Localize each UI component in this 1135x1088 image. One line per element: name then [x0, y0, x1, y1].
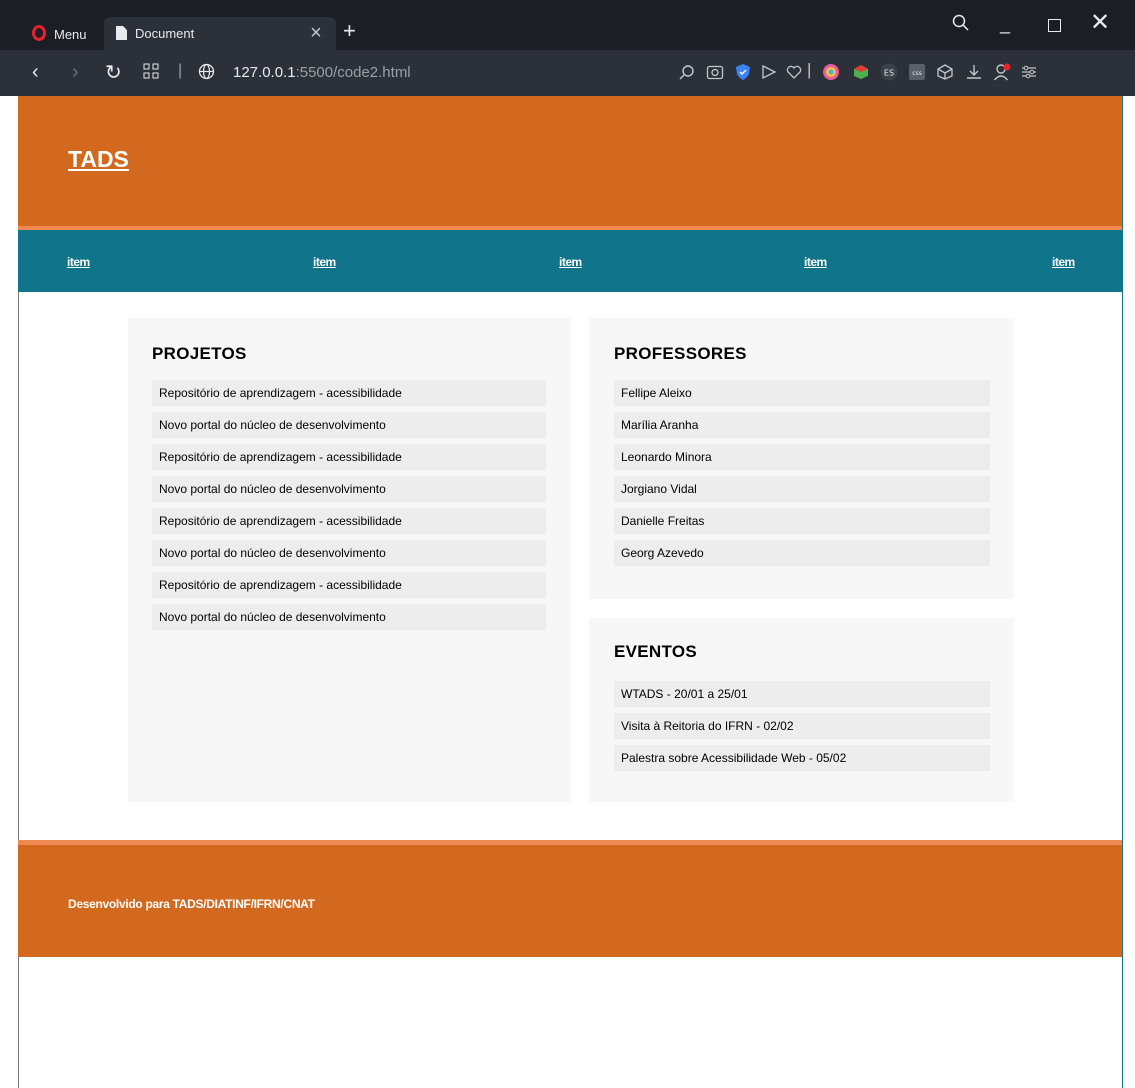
nav-item-4[interactable]: item — [804, 255, 827, 269]
css-extension-icon[interactable]: css — [908, 63, 926, 81]
list-item: Novo portal do núcleo de desenvolvimento — [152, 540, 546, 566]
site-header: TADS — [18, 96, 1122, 226]
menu-button[interactable]: Menu — [54, 27, 87, 42]
page-edge — [1122, 96, 1123, 1088]
nav-item-5[interactable]: item — [1052, 255, 1075, 269]
footer-text: Desenvolvido para TADS/DIATINF/IFRN/CNAT — [68, 897, 315, 911]
professores-title: PROFESSORES — [614, 344, 747, 363]
nav-item-3[interactable]: item — [559, 255, 582, 269]
send-icon[interactable] — [760, 63, 778, 81]
main-nav: item item item item item — [18, 230, 1122, 292]
site-logo-link[interactable]: TADS — [68, 146, 129, 173]
globe-icon[interactable] — [198, 63, 215, 80]
tab-title: Document — [135, 26, 195, 41]
snapshot-icon[interactable] — [706, 63, 724, 81]
list-item: Novo portal do núcleo de desenvolvimento — [152, 604, 546, 630]
box-icon[interactable] — [936, 63, 954, 81]
eventos-title: EVENTOS — [614, 642, 698, 661]
list-item: Repositório de aprendizagem - acessibili… — [152, 380, 546, 406]
professores-card: PROFESSORES Fellipe Aleixo Marília Aranh… — [589, 318, 1014, 599]
download-icon[interactable] — [965, 63, 983, 81]
url-field[interactable]: 127.0.0.1:5500/code2.html — [233, 64, 411, 81]
browser-tabbar: Menu Document × + _ ✕ — [0, 0, 1135, 50]
browser-addressbar: ‹ › ↻ | 127.0.0.1:5500/code2.html | ES c… — [0, 50, 1135, 96]
document-icon — [116, 26, 127, 40]
color-picker-icon[interactable] — [822, 63, 840, 81]
list-item: Repositório de aprendizagem - acessibili… — [152, 508, 546, 534]
list-item: Marília Aranha — [614, 412, 990, 438]
list-item: Palestra sobre Acessibilidade Web - 05/0… — [614, 745, 990, 771]
list-item: Repositório de aprendizagem - acessibili… — [152, 572, 546, 598]
list-item: Leonardo Minora — [614, 444, 990, 470]
list-item: Fellipe Aleixo — [614, 380, 990, 406]
profile-icon[interactable] — [993, 63, 1011, 81]
list-item: Georg Azevedo — [614, 540, 990, 566]
opera-logo-icon[interactable] — [32, 25, 46, 41]
easy-setup-icon[interactable] — [1020, 63, 1038, 81]
heart-icon[interactable] — [785, 63, 803, 81]
list-item: Jorgiano Vidal — [614, 476, 990, 502]
close-window-icon[interactable]: ✕ — [1090, 10, 1110, 36]
list-item: Danielle Freitas — [614, 508, 990, 534]
maximize-icon[interactable] — [1048, 19, 1061, 32]
nav-item-2[interactable]: item — [313, 255, 336, 269]
list-item: Repositório de aprendizagem - acessibili… — [152, 444, 546, 470]
separator: | — [178, 62, 183, 79]
minimize-icon[interactable]: _ — [1000, 14, 1010, 35]
tab-grid-icon[interactable] — [143, 63, 159, 79]
es-extension-icon[interactable]: ES — [880, 63, 898, 81]
new-tab-icon[interactable]: + — [343, 19, 356, 43]
forward-icon[interactable]: › — [72, 61, 79, 84]
search-icon[interactable] — [952, 14, 970, 32]
svg-text:ES: ES — [884, 69, 894, 78]
browser-tab[interactable]: Document × — [104, 17, 336, 50]
reload-icon[interactable]: ↻ — [105, 60, 122, 85]
list-item: Visita à Reitoria do IFRN - 02/02 — [614, 713, 990, 739]
list-item: WTADS - 20/01 a 25/01 — [614, 681, 990, 707]
find-icon[interactable] — [678, 63, 696, 81]
eventos-card: EVENTOS WTADS - 20/01 a 25/01 Visita à R… — [589, 618, 1014, 802]
extension-cube-icon[interactable] — [852, 63, 870, 81]
projetos-card: PROJETOS Repositório de aprendizagem - a… — [128, 318, 571, 802]
svg-text:css: css — [912, 70, 922, 77]
site-footer: Desenvolvido para TADS/DIATINF/IFRN/CNAT — [18, 845, 1122, 957]
nav-item-1[interactable]: item — [67, 255, 90, 269]
list-item: Novo portal do núcleo de desenvolvimento — [152, 476, 546, 502]
close-tab-icon[interactable]: × — [306, 21, 326, 45]
vpn-shield-icon[interactable] — [734, 63, 752, 81]
list-item: Novo portal do núcleo de desenvolvimento — [152, 412, 546, 438]
separator: | — [807, 60, 812, 79]
projetos-title: PROJETOS — [152, 344, 247, 363]
back-icon[interactable]: ‹ — [32, 61, 39, 84]
